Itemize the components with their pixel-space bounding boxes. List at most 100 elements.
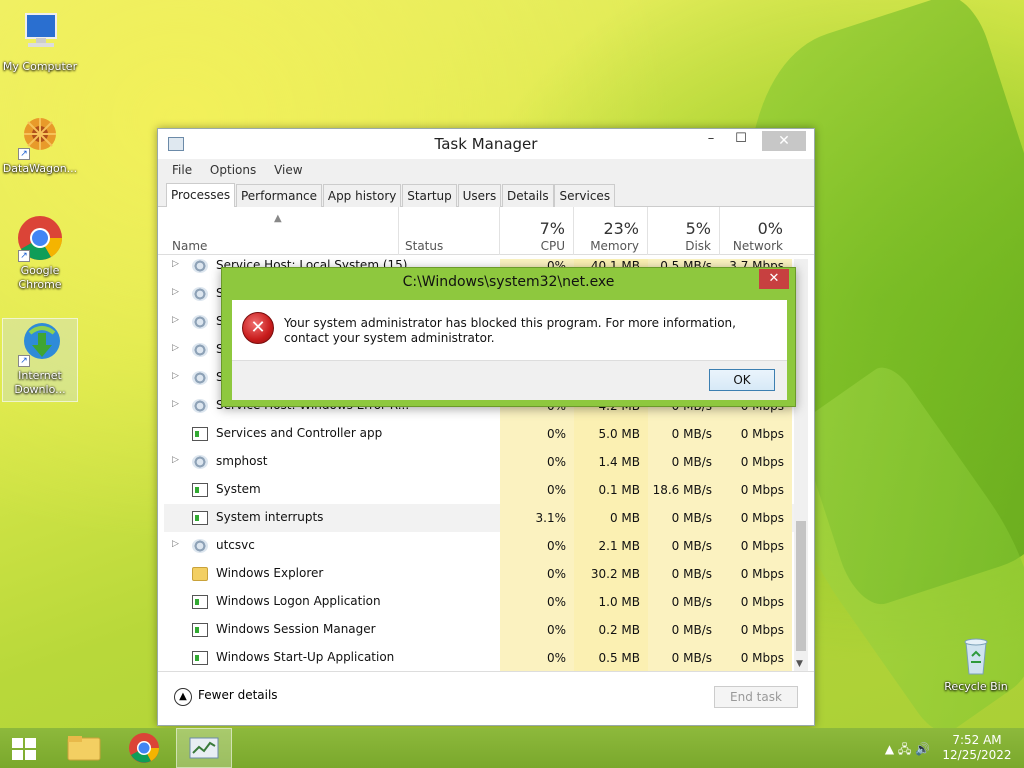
expand-chevron-icon[interactable]: ▷ — [172, 371, 179, 381]
expand-chevron-icon[interactable]: ▷ — [172, 399, 179, 409]
close-button[interactable]: ✕ — [762, 131, 806, 151]
task-manager-window[interactable]: Task Manager – ☐ ✕ File Options View Pro… — [157, 128, 815, 726]
title-bar[interactable]: Task Manager – ☐ ✕ — [158, 129, 814, 159]
table-row[interactable]: Windows Start-Up Application 0% 0.5 MB 0 MB… — [164, 644, 794, 671]
expand-chevron-icon[interactable]: ▷ — [172, 259, 179, 269]
disk-cell: 18.6 MB/s — [648, 476, 720, 504]
desktop-icon-internet-download-manager[interactable]: ↗ Internet Downlo... — [2, 318, 78, 402]
network-cell: 0 Mbps — [720, 588, 792, 616]
tab-services[interactable]: Services — [554, 184, 616, 207]
folder-icon — [192, 567, 208, 581]
disk-cell: 0 MB/s — [648, 616, 720, 644]
app-icon — [192, 427, 208, 441]
memory-cell: 0 MB — [574, 504, 648, 532]
disk-cell: 0 MB/s — [648, 532, 720, 560]
network-cell: 0 Mbps — [720, 560, 792, 588]
service-icon — [192, 539, 208, 553]
dialog-title: C:\Windows\system32\net.exe — [402, 274, 615, 290]
disk-cell: 0 MB/s — [648, 448, 720, 476]
windows-logo-icon — [12, 738, 36, 760]
scroll-down-icon[interactable]: ▼ — [796, 659, 803, 669]
menu-view[interactable]: View — [274, 159, 302, 181]
ok-button[interactable]: OK — [709, 369, 775, 391]
table-row[interactable]: Windows Logon Application 0% 1.0 MB 0 MB/s 0… — [164, 588, 794, 616]
desktop-icon-label: My Computer — [2, 60, 78, 73]
tab-details[interactable]: Details — [502, 184, 554, 207]
computer-icon — [16, 10, 64, 58]
expand-chevron-icon[interactable]: ▷ — [172, 455, 179, 465]
table-row[interactable]: Windows Explorer 0% 30.2 MB 0 MB/s 0 Mbps — [164, 560, 794, 588]
disk-cell: 0 MB/s — [648, 644, 720, 671]
table-row[interactable]: Windows Session Manager 0% 0.2 MB 0 MB/s 0 M… — [164, 616, 794, 644]
menu-bar: File Options View — [158, 159, 814, 181]
desktop-icon-label: Internet Downlo... — [14, 369, 66, 396]
cpu-cell: 0% — [500, 644, 574, 671]
taskbar-file-explorer[interactable] — [56, 728, 112, 768]
table-row[interactable]: System interrupts 3.1% 0 MB 0 MB/s 0 Mbps — [164, 504, 794, 532]
folder-icon — [67, 736, 101, 761]
desktop-icon-label: Recycle Bin — [944, 680, 1008, 693]
table-row[interactable]: Services and Controller app 0% 5.0 MB 0 MB/… — [164, 420, 794, 448]
process-name: System — [216, 482, 261, 496]
table-row[interactable]: System 0% 0.1 MB 18.6 MB/s 0 Mbps — [164, 476, 794, 504]
menu-options[interactable]: Options — [210, 159, 256, 181]
process-name: System interrupts — [216, 510, 324, 524]
cpu-cell: 0% — [500, 616, 574, 644]
recycle-bin-icon — [952, 630, 1000, 678]
desktop-icon-datawagon[interactable]: ↗ DataWagon... — [2, 112, 78, 176]
disk-cell: 0 MB/s — [648, 560, 720, 588]
chrome-icon — [129, 733, 159, 763]
cpu-cell: 0% — [500, 560, 574, 588]
expand-chevron-icon[interactable]: ▷ — [172, 287, 179, 297]
memory-cell: 1.4 MB — [574, 448, 648, 476]
menu-file[interactable]: File — [172, 159, 192, 181]
desktop-icon-google-chrome[interactable]: ↗ Google Chrome — [2, 214, 78, 292]
tab-performance[interactable]: Performance — [235, 184, 323, 207]
table-row[interactable]: ▷ smphost 0% 1.4 MB 0 MB/s 0 Mbps — [164, 448, 794, 476]
memory-cell: 0.1 MB — [574, 476, 648, 504]
scrollbar-thumb[interactable] — [796, 521, 806, 651]
idm-icon: ↗ — [16, 319, 64, 367]
column-disk[interactable]: 5% Disk — [647, 207, 719, 255]
tab-processes[interactable]: Processes — [166, 183, 236, 207]
maximize-button[interactable]: ☐ — [726, 131, 756, 151]
column-network[interactable]: 0% Network — [719, 207, 791, 255]
dialog-close-button[interactable]: ✕ — [759, 269, 789, 289]
service-icon — [192, 315, 208, 329]
fewer-details-button[interactable]: ▲ Fewer details — [174, 686, 278, 706]
tab-users[interactable]: Users — [457, 184, 502, 207]
clock[interactable]: 7:52 AM 12/25/2022 — [942, 733, 1012, 763]
service-icon — [192, 287, 208, 301]
memory-cell: 30.2 MB — [574, 560, 648, 588]
start-button[interactable] — [0, 728, 56, 768]
error-dialog[interactable]: C:\Windows\system32\net.exe ✕ ✕ Your sys… — [221, 267, 796, 407]
cpu-cell: 0% — [500, 448, 574, 476]
desktop-icon-my-computer[interactable]: My Computer — [2, 10, 78, 74]
expand-chevron-icon[interactable]: ▷ — [172, 343, 179, 353]
disk-cell: 0 MB/s — [648, 420, 720, 448]
column-memory[interactable]: 23% Memory — [573, 207, 647, 255]
tab-app-history[interactable]: App history — [322, 184, 402, 207]
expand-chevron-icon[interactable]: ▷ — [172, 315, 179, 325]
table-row[interactable]: ▷ utcsvc 0% 2.1 MB 0 MB/s 0 Mbps — [164, 532, 794, 560]
dialog-button-bar: OK — [232, 360, 787, 400]
taskbar-google-chrome[interactable] — [116, 728, 172, 768]
process-name: Windows Session Manager — [216, 622, 376, 636]
tab-startup[interactable]: Startup — [402, 184, 457, 207]
vertical-scrollbar[interactable]: ▼ — [794, 259, 808, 671]
network-cell: 0 Mbps — [720, 532, 792, 560]
memory-cell: 5.0 MB — [574, 420, 648, 448]
minimize-button[interactable]: – — [696, 131, 726, 151]
expand-chevron-icon[interactable]: ▷ — [172, 539, 179, 549]
service-icon — [192, 455, 208, 469]
shortcut-arrow-icon: ↗ — [18, 148, 30, 160]
desktop-icon-recycle-bin[interactable]: Recycle Bin — [938, 630, 1014, 694]
column-status[interactable]: Status — [398, 207, 498, 255]
taskbar-task-manager[interactable] — [176, 728, 232, 768]
service-icon — [192, 371, 208, 385]
end-task-button[interactable]: End task — [714, 686, 798, 708]
process-name: smphost — [216, 454, 268, 468]
column-cpu[interactable]: 7% CPU — [499, 207, 573, 255]
column-name[interactable]: Name — [172, 239, 207, 253]
tray-icons[interactable]: ▲ 🖧 🔊 — [885, 740, 930, 761]
